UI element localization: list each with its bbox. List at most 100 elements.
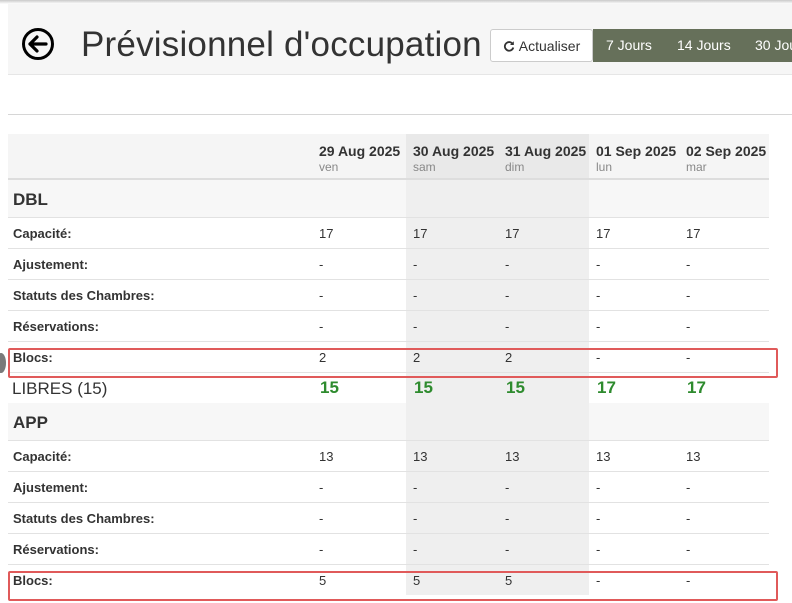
free-rooms-value: 17 [597, 378, 616, 397]
range-7-days[interactable]: 7 Jours [606, 29, 652, 62]
free-rooms-cell: 15 [312, 373, 406, 403]
value-cell: - [498, 280, 589, 310]
value-cell: 13 [498, 441, 589, 471]
value-cell: - [312, 534, 406, 564]
value-cell: 17 [406, 218, 498, 248]
value-cell: - [498, 472, 589, 502]
row-value: - [596, 319, 601, 334]
group-fill-cell [589, 403, 679, 440]
value-cell: - [312, 472, 406, 502]
row-value: - [596, 257, 601, 272]
value-cell: - [679, 249, 769, 279]
column-weekday: lun [596, 160, 613, 174]
value-cell: - [589, 472, 679, 502]
value-cell: - [679, 565, 769, 595]
row-value: 13 [596, 449, 611, 464]
column-weekday: mar [686, 160, 707, 174]
value-cell: 13 [679, 441, 769, 471]
row-value: 13 [686, 449, 701, 464]
row-value: - [413, 319, 418, 334]
value-cell: 17 [498, 218, 589, 248]
table-row: Réservations: - - - - - [8, 533, 769, 564]
value-cell: - [312, 503, 406, 533]
value-cell: - [406, 503, 498, 533]
row-value: - [686, 319, 691, 334]
value-cell: 13 [406, 441, 498, 471]
table-row: Ajustement: - - - - - [8, 471, 769, 502]
row-value: - [596, 511, 601, 526]
row-label: Réservations: [13, 319, 99, 334]
drag-handle[interactable] [0, 353, 6, 373]
row-label: Capacité: [13, 449, 72, 464]
free-rooms-label: LIBRES (15) [12, 379, 108, 398]
header-blank [8, 134, 312, 178]
row-value: 17 [686, 226, 701, 241]
group-fill-cell [406, 180, 498, 217]
range-14-days[interactable]: 14 Jours [677, 29, 731, 62]
back-button[interactable] [22, 28, 54, 60]
free-rooms-value: 15 [506, 378, 525, 397]
value-cell: - [679, 342, 769, 372]
row-value: - [596, 288, 601, 303]
value-cell: - [679, 472, 769, 502]
table-header: 29 Aug 2025 ven 30 Aug 2025 sam 31 Aug 2025 d… [8, 134, 769, 178]
column-date: 30 Aug 2025 [413, 143, 495, 159]
row-label: Blocs: [13, 350, 53, 365]
row-value: - [686, 350, 691, 365]
row-value: - [505, 319, 510, 334]
column-weekday: sam [413, 160, 436, 174]
value-cell: - [312, 280, 406, 310]
row-value: - [686, 542, 691, 557]
free-rooms-cell: 15 [406, 373, 498, 403]
row-value: - [413, 511, 418, 526]
value-cell: - [679, 534, 769, 564]
row-value: 5 [505, 573, 513, 588]
row-value: - [505, 511, 510, 526]
row-label-cell: Capacité: [8, 218, 312, 248]
row-value: 2 [413, 350, 421, 365]
free-rooms-value: 15 [414, 378, 433, 397]
row-value: - [319, 511, 324, 526]
row-label-cell: Statuts des Chambres: [8, 280, 312, 310]
row-value: - [686, 257, 691, 272]
row-value: - [319, 257, 324, 272]
value-cell: 13 [312, 441, 406, 471]
row-value: 5 [413, 573, 421, 588]
group-fill-cell [498, 403, 589, 440]
column-date: 31 Aug 2025 [505, 143, 587, 159]
table-row: Statuts des Chambres: - - - - - [8, 502, 769, 533]
value-cell: - [498, 311, 589, 341]
row-value: - [596, 350, 601, 365]
free-rooms-cell: 17 [589, 373, 679, 403]
column-date: 29 Aug 2025 [319, 143, 401, 159]
value-cell: - [679, 280, 769, 310]
row-value: 17 [596, 226, 611, 241]
free-rooms-row: LIBRES (15) 15 15 15 17 17 [8, 372, 769, 403]
row-value: 17 [413, 226, 428, 241]
range-30-days[interactable]: 30 Jours [755, 29, 792, 62]
column-weekday: dim [505, 160, 525, 174]
value-cell: 17 [312, 218, 406, 248]
group-name: DBL [13, 190, 48, 209]
value-cell: - [406, 472, 498, 502]
row-value: - [319, 480, 324, 495]
value-cell: - [679, 311, 769, 341]
free-rooms-cell: 15 [498, 373, 589, 403]
value-cell: 5 [406, 565, 498, 595]
row-label-cell: Ajustement: [8, 472, 312, 502]
row-value: - [686, 573, 691, 588]
date-column-header: 31 Aug 2025 dim [498, 134, 589, 178]
row-value: 17 [505, 226, 520, 241]
value-cell: - [406, 280, 498, 310]
row-value: 13 [505, 449, 520, 464]
value-cell: - [679, 503, 769, 533]
group-fill-cell [406, 403, 498, 440]
table-row: Blocs: 2 2 2 - - [8, 341, 769, 372]
row-value: - [596, 542, 601, 557]
group-fill-cell [312, 180, 406, 217]
row-label: Statuts des Chambres: [13, 288, 155, 303]
refresh-button[interactable]: Actualiser [490, 29, 593, 62]
refresh-label: Actualiser [518, 37, 581, 54]
row-value: - [319, 542, 324, 557]
row-label-cell: Réservations: [8, 311, 312, 341]
